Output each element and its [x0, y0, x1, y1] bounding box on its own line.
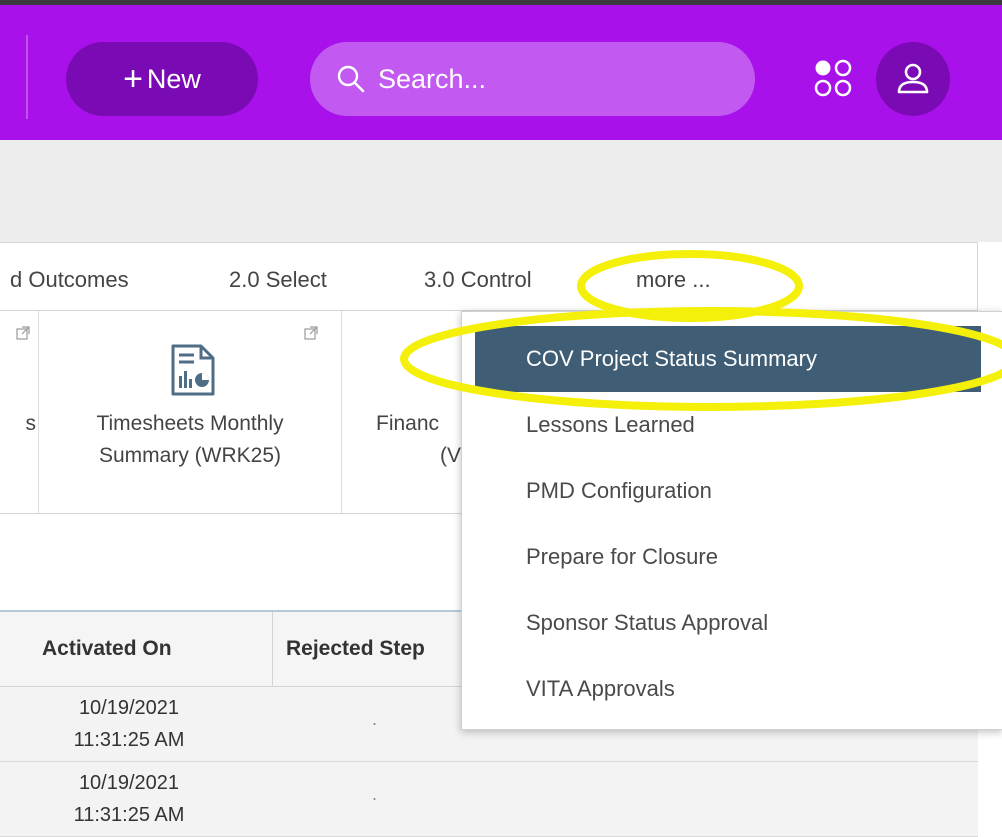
table-row[interactable]: 10/19/2021 11:31:25 AM .	[0, 762, 978, 837]
search-input[interactable]: Search...	[310, 42, 755, 116]
menu-item-prepare-for-closure[interactable]: Prepare for Closure	[462, 524, 1002, 590]
page-band	[0, 140, 1002, 242]
tile-timesheets-line2: Summary (WRK25)	[98, 444, 282, 467]
rejected-step-cell: .	[372, 784, 378, 804]
plus-icon: +	[123, 60, 143, 98]
column-rejected-step[interactable]: Rejected Step	[286, 637, 425, 661]
menu-item-vita-approvals[interactable]: VITA Approvals	[462, 656, 1002, 722]
rejected-step-cell: .	[372, 709, 378, 729]
menu-item-pmd-configuration[interactable]: PMD Configuration	[462, 458, 1002, 524]
tab-control[interactable]: 3.0 Control	[424, 267, 532, 293]
activated-on-cell: 10/19/2021 11:31:25 AM	[54, 767, 204, 831]
tab-bar: d Outcomes 2.0 Select 3.0 Control more .…	[0, 242, 978, 311]
apps-grid-icon[interactable]	[813, 58, 853, 98]
menu-item-sponsor-status-approval[interactable]: Sponsor Status Approval	[462, 590, 1002, 656]
tile-financial[interactable]: Financ (V	[376, 408, 461, 472]
activated-date: 10/19/2021	[78, 772, 180, 794]
activated-date: 10/19/2021	[78, 697, 180, 719]
report-chart-icon[interactable]	[170, 343, 216, 397]
menu-item-cov-project-status-summary[interactable]: COV Project Status Summary	[475, 326, 981, 392]
more-dropdown-menu: COV Project Status Summary Lessons Learn…	[461, 311, 1002, 730]
tab-outcomes[interactable]: d Outcomes	[10, 267, 129, 293]
menu-item-lessons-learned[interactable]: Lessons Learned	[462, 392, 1002, 458]
tile-divider	[341, 311, 342, 513]
column-activated-on[interactable]: Activated On	[42, 637, 172, 661]
user-avatar[interactable]	[876, 42, 950, 116]
user-icon	[897, 63, 929, 94]
search-icon	[337, 65, 365, 93]
activated-time: 11:31:25 AM	[73, 729, 185, 751]
search-placeholder: Search...	[378, 63, 487, 94]
toolbar-separator	[26, 35, 28, 119]
tile-partial-label[interactable]: s	[0, 408, 37, 440]
activated-time: 11:31:25 AM	[73, 804, 185, 826]
activated-on-cell: 10/19/2021 11:31:25 AM	[54, 692, 204, 756]
external-link-icon[interactable]	[304, 326, 318, 340]
tile-timesheets-line1: Timesheets Monthly	[96, 412, 284, 435]
tab-more[interactable]: more ...	[636, 267, 711, 293]
top-bar: + New Search...	[0, 0, 1002, 140]
tile-financial-line1: Financ	[376, 412, 440, 435]
external-link-icon[interactable]	[16, 326, 30, 340]
tab-select[interactable]: 2.0 Select	[229, 267, 327, 293]
new-button-label: New	[146, 63, 201, 94]
tile-divider	[38, 311, 39, 513]
tile-financial-line2: (V	[440, 444, 461, 467]
column-divider	[272, 612, 273, 686]
new-button[interactable]: + New	[66, 42, 258, 116]
tile-timesheets-monthly[interactable]: Timesheets Monthly Summary (WRK25)	[40, 408, 340, 472]
